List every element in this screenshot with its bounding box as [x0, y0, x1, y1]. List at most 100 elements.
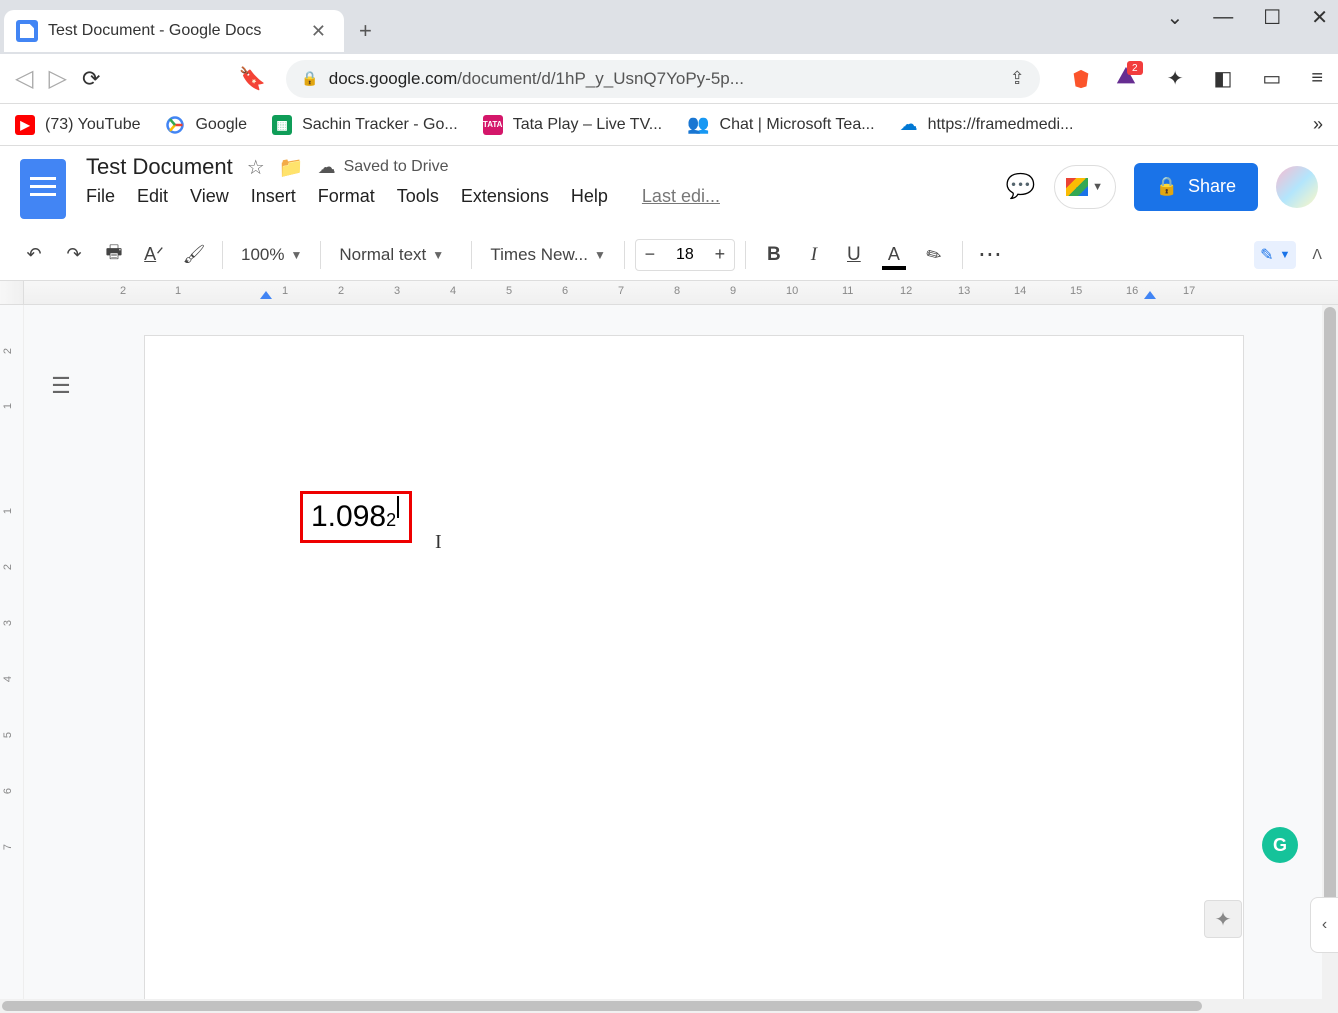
document-content[interactable]: 1.0982 [300, 491, 412, 543]
scrollbar-thumb[interactable] [2, 1001, 1202, 1011]
youtube-icon: ▶ [15, 115, 35, 135]
move-icon[interactable]: 📁 [279, 155, 304, 180]
reload-button[interactable]: ⟳ [82, 66, 100, 92]
sidebar-toggle-icon[interactable]: ◧ [1214, 66, 1233, 91]
save-status[interactable]: ☁ Saved to Drive [318, 157, 449, 178]
address-bar[interactable]: 🔒 docs.google.com/document/d/1hP_y_UsnQ7… [286, 60, 1039, 98]
undo-button[interactable]: ↶ [16, 237, 52, 273]
window-dropdown-icon[interactable]: ⌄ [1167, 5, 1184, 30]
spellcheck-button[interactable]: Aᐟ [136, 237, 172, 273]
brave-rewards-icon[interactable]: 2 [1115, 65, 1137, 92]
meet-icon [1066, 178, 1088, 196]
docs-logo-icon[interactable] [20, 159, 66, 219]
meet-button[interactable]: ▼ [1054, 165, 1116, 209]
pencil-icon: ✎ [1260, 245, 1273, 265]
menu-view[interactable]: View [190, 186, 229, 207]
ruler-mark: 16 [1126, 285, 1138, 297]
account-avatar[interactable] [1276, 166, 1318, 208]
font-size-decrease[interactable]: − [636, 240, 664, 270]
window-close-button[interactable]: ✕ [1311, 5, 1328, 30]
redo-button[interactable]: ↷ [56, 237, 92, 273]
right-indent-marker-icon[interactable] [1144, 291, 1156, 299]
font-size-value[interactable]: 18 [664, 246, 706, 264]
share-url-icon[interactable]: ⇪ [1010, 68, 1025, 89]
separator [745, 241, 746, 269]
document-page[interactable]: 1.0982 I [144, 335, 1244, 1013]
print-button[interactable]: 🖶 [96, 237, 132, 273]
comments-icon[interactable]: 💬 [1006, 172, 1036, 201]
bookmark-framedmedi[interactable]: ☁ https://framedmedi... [900, 114, 1074, 135]
browser-tab-active[interactable]: Test Document - Google Docs ✕ [4, 10, 344, 52]
indent-marker-icon[interactable] [260, 291, 272, 299]
nav-forward-button[interactable]: ▷ [48, 64, 66, 93]
italic-button[interactable]: I [796, 237, 832, 273]
bookmark-youtube[interactable]: ▶ (73) YouTube [15, 115, 140, 135]
separator [320, 241, 321, 269]
menu-edit[interactable]: Edit [137, 186, 168, 207]
ruler-mark: 2 [120, 285, 126, 297]
toolbar-more-button[interactable]: ⋯ [973, 237, 1009, 273]
bold-button[interactable]: B [756, 237, 792, 273]
paragraph-style-dropdown[interactable]: Normal text ▼ [331, 245, 461, 265]
window-minimize-button[interactable]: ― [1213, 6, 1233, 29]
menu-file[interactable]: File [86, 186, 115, 207]
tab-close-button[interactable]: ✕ [305, 19, 332, 44]
menu-insert[interactable]: Insert [251, 186, 296, 207]
menu-tools[interactable]: Tools [397, 186, 439, 207]
wallet-icon[interactable]: ▭ [1262, 66, 1281, 91]
bookmark-page-icon[interactable]: 🔖 [239, 66, 266, 92]
paint-format-button[interactable]: 🖌 [176, 237, 212, 273]
extensions-icon[interactable]: ✦ [1167, 66, 1184, 91]
save-status-text: Saved to Drive [344, 158, 449, 176]
bookmark-label: (73) YouTube [45, 116, 140, 134]
ruler-mark: 17 [1183, 285, 1195, 297]
document-outline-button[interactable]: ☰ [42, 367, 80, 405]
ruler-mark: 5 [2, 732, 14, 738]
font-size-increase[interactable]: + [706, 240, 734, 270]
explore-button[interactable]: ✦ [1204, 900, 1242, 938]
brave-shield-icon[interactable] [1070, 68, 1092, 90]
share-label: Share [1188, 176, 1236, 197]
underline-button[interactable]: U [836, 237, 872, 273]
horizontal-scrollbar[interactable] [0, 999, 1322, 1013]
separator [222, 241, 223, 269]
ruler-mark: 9 [730, 285, 736, 297]
text-color-button[interactable]: A [876, 237, 912, 273]
text-cursor [397, 496, 399, 518]
sheets-icon: ▦ [272, 115, 292, 135]
ruler-mark: 14 [1014, 285, 1026, 297]
formatting-toolbar: ↶ ↷ 🖶 Aᐟ 🖌 100% ▼ Normal text ▼ Times Ne… [0, 229, 1338, 281]
scrollbar-thumb[interactable] [1324, 307, 1336, 907]
grammarly-button[interactable]: G [1262, 827, 1298, 863]
chevron-down-icon: ▼ [594, 248, 606, 262]
bookmark-sheets[interactable]: ▦ Sachin Tracker - Go... [272, 115, 458, 135]
window-maximize-button[interactable]: ☐ [1263, 5, 1281, 30]
bookmark-tata[interactable]: TATA Tata Play – Live TV... [483, 115, 662, 135]
bookmark-teams[interactable]: 👥 Chat | Microsoft Tea... [687, 114, 874, 135]
menu-help[interactable]: Help [571, 186, 608, 207]
editing-mode-dropdown[interactable]: ✎ ▼ [1254, 241, 1296, 269]
zoom-dropdown[interactable]: 100% ▼ [233, 245, 310, 265]
browser-menu-icon[interactable]: ≡ [1311, 67, 1323, 90]
document-title[interactable]: Test Document [86, 154, 233, 180]
bookmarks-bar: ▶ (73) YouTube Google ▦ Sachin Tracker -… [0, 104, 1338, 146]
nav-back-button[interactable]: ◁ [15, 64, 33, 93]
onedrive-icon: ☁ [900, 114, 918, 135]
ruler-mark: 4 [2, 676, 14, 682]
menu-format[interactable]: Format [318, 186, 375, 207]
new-tab-button[interactable]: + [359, 18, 372, 44]
highlight-button[interactable]: ✎ [909, 230, 958, 279]
vertical-ruler[interactable]: 211234567 [0, 305, 24, 1013]
ruler-corner [0, 281, 24, 304]
menu-extensions[interactable]: Extensions [461, 186, 549, 207]
collapse-toolbar-button[interactable]: ᐱ [1312, 246, 1322, 263]
font-dropdown[interactable]: Times New... ▼ [482, 245, 614, 265]
star-icon[interactable]: ☆ [247, 155, 265, 180]
bookmark-google[interactable]: Google [165, 115, 247, 135]
last-edit-link[interactable]: Last edi... [642, 186, 720, 207]
share-button[interactable]: 🔒 Share [1134, 163, 1258, 211]
bookmarks-overflow-button[interactable]: » [1313, 114, 1323, 135]
side-panel-toggle[interactable]: ‹ [1310, 897, 1338, 953]
ruler-mark: 15 [1070, 285, 1082, 297]
horizontal-ruler[interactable]: 211234567891011121314151617 [0, 281, 1338, 305]
